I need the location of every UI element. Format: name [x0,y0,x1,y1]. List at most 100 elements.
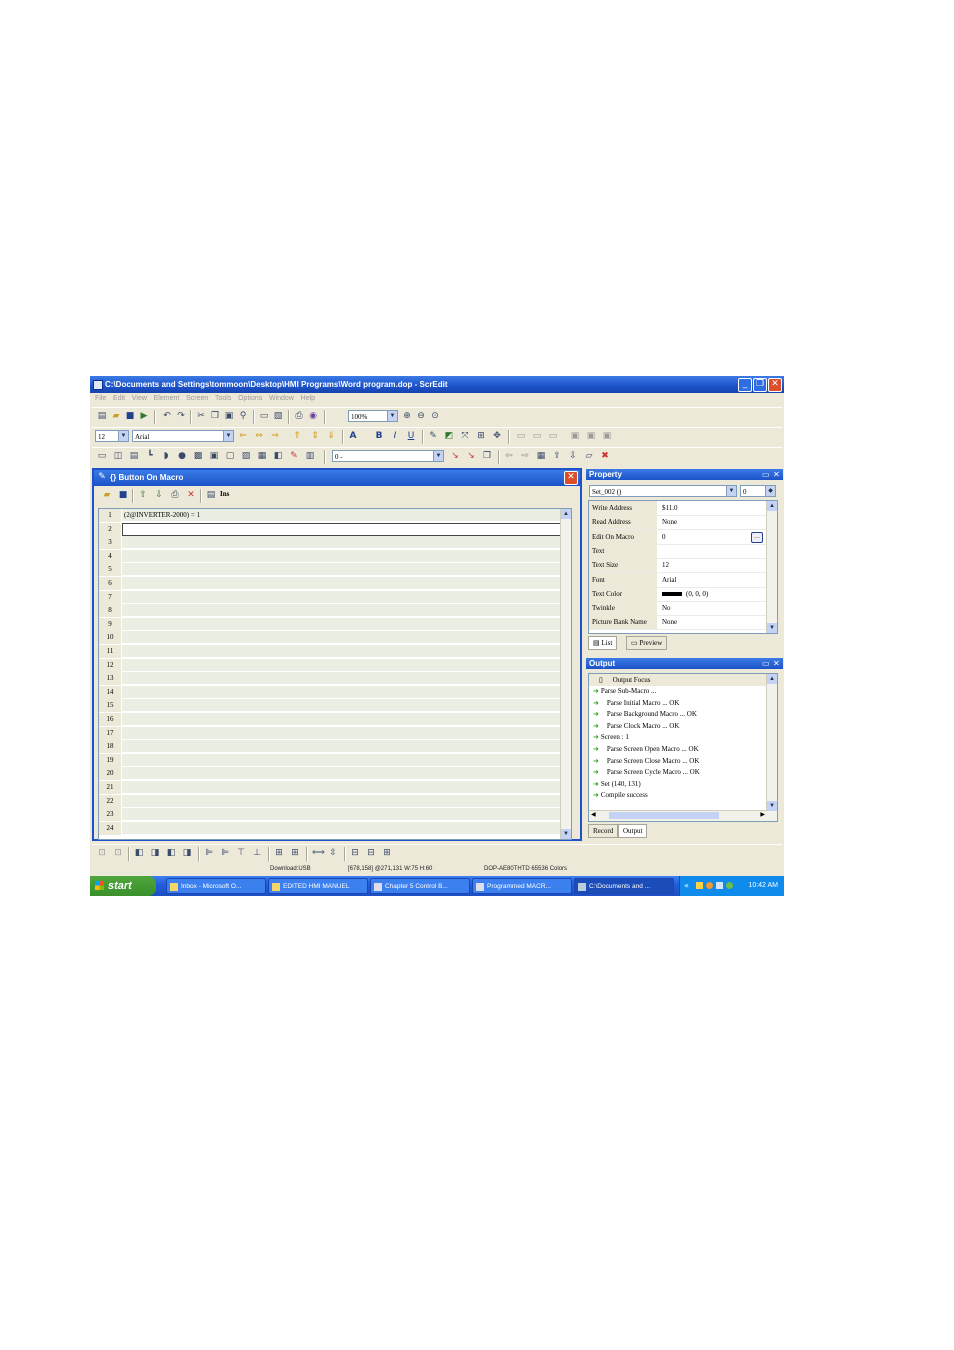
macro-line[interactable]: 20 [99,767,571,782]
menu-element[interactable]: Element [154,395,180,402]
macro-line-text[interactable] [122,631,569,645]
find-icon[interactable]: ⚲ [238,411,248,421]
macro-line[interactable]: 17 [99,726,571,741]
property-row[interactable]: Twinkle No [589,601,767,617]
pointer-icon[interactable]: ↘ [450,451,460,461]
graph-element-icon[interactable]: ▩ [193,451,203,461]
align-top-tool-icon[interactable]: ⊤ [236,848,246,858]
property-row[interactable]: Read Address None [589,515,767,531]
macro-line-text[interactable] [122,781,569,794]
restore-button[interactable]: ❐ [753,378,767,392]
paste-icon[interactable]: ▣ [224,411,234,421]
ins-label[interactable]: Ins [220,490,229,498]
bar-element-icon[interactable]: ▤ [129,451,139,461]
align-bottom-tool-icon[interactable]: ⊥ [252,848,262,858]
macro-line-text[interactable] [122,672,569,686]
property-value[interactable]: None [659,615,764,629]
macro-line[interactable]: 8 [99,604,571,619]
macro-line-text[interactable] [122,713,569,726]
property-row[interactable]: Text [589,543,767,559]
property-value[interactable]: 12 [659,558,764,572]
macro-line[interactable]: 5 [99,563,571,578]
button-element-icon[interactable]: ▭ [97,451,107,461]
zoom-in-icon[interactable]: ⊕ [402,411,412,421]
output-hscrollbar[interactable]: ◀ ▶ [589,810,767,821]
output-scrollbar[interactable]: ▲ ▼ [766,674,777,821]
cut-icon[interactable]: ✂ [196,411,206,421]
macro-line-text[interactable] [122,685,569,699]
meter-element-icon[interactable]: ◫ [113,451,123,461]
copy-icon[interactable]: ❐ [210,411,220,421]
zoom-out-icon[interactable]: ⊖ [416,411,426,421]
space-v-icon[interactable]: ⇳ [328,848,338,858]
scroll-down-icon[interactable]: ▼ [561,829,571,839]
property-row[interactable]: Edit On Macro 0… [589,529,767,545]
send-back-icon[interactable]: ◨ [150,848,160,858]
macro-open-icon[interactable]: ▰ [102,490,112,500]
tab-output[interactable]: Output [618,824,648,838]
scroll-up-icon[interactable]: ▲ [767,674,777,684]
macro-line-text[interactable] [122,590,569,604]
center-h-icon[interactable]: ⊞ [274,848,284,858]
macro-close-button[interactable]: ✕ [564,471,578,485]
tab-preview[interactable]: ▭ Preview [626,636,668,650]
macro-line[interactable]: 3 [99,536,571,551]
move-down-icon[interactable]: ⇩ [154,490,164,500]
edit-macro-button[interactable]: … [751,531,763,543]
align-left-icon[interactable]: ⇐ [238,431,248,441]
taskbar-item-chapter5[interactable]: Chapter 5 Control B... [370,878,470,894]
lamp-element-icon[interactable]: ◗ [161,451,171,461]
save-icon[interactable]: ■ [125,411,135,421]
font-color-icon[interactable]: A [348,431,358,441]
align-right-icon[interactable]: ⇒ [270,431,280,441]
macro-line[interactable]: 9 [99,617,571,632]
close-button[interactable]: ✕ [768,378,782,392]
property-value[interactable]: Arial [659,573,764,587]
tab-record[interactable]: Record [588,824,619,838]
same-size-icon[interactable]: ⊞ [382,848,392,858]
menu-help[interactable]: Help [301,395,315,402]
font-name-select[interactable]: Arial ▼ [132,430,234,442]
property-value[interactable]: 0 [659,530,764,544]
property-row[interactable]: Font Arial [589,572,767,588]
property-value[interactable]: $11.0 [659,501,764,515]
backward-icon[interactable]: ◨ [182,848,192,858]
italic-icon[interactable]: I [390,431,400,441]
layer3-icon[interactable]: ▭ [548,431,558,441]
lock-icon[interactable]: ▣ [602,431,612,441]
redo-icon[interactable]: ↷ [176,411,186,421]
property-value[interactable]: (0, 0, 0) [659,587,764,601]
alarm-element-icon[interactable]: ▦ [257,451,267,461]
input-element-icon[interactable]: ▣ [209,451,219,461]
align-bottom-icon[interactable]: ⇓ [326,431,336,441]
taskbar-item-edited-hmi[interactable]: EDITED HMI MANUEL [268,878,368,894]
pen-icon[interactable]: ✎ [428,431,438,441]
macro-line-text[interactable] [122,794,569,808]
macro-line[interactable]: 16 [99,713,571,727]
bring-front-icon[interactable]: ◧ [134,848,144,858]
macro-print-icon[interactable]: ⎙ [170,490,180,500]
scroll-right-icon[interactable]: ▶ [760,811,765,818]
output-close-icon[interactable]: ✕ [773,658,780,669]
scroll-up-icon[interactable]: ▲ [561,509,571,519]
property-row[interactable]: Write Address $11.0 [589,501,767,516]
macro-line[interactable]: 2 [99,522,571,537]
fill-icon[interactable]: ◩ [444,431,454,441]
macro-line-text[interactable] [122,549,569,563]
center-v-icon[interactable]: ⊞ [290,848,300,858]
simulate-icon[interactable]: ▱ [584,451,594,461]
download-icon[interactable]: ⇩ [568,451,578,461]
macro-line[interactable]: 14 [99,685,571,700]
object-select[interactable]: Set_002 () ▼ [589,485,737,497]
macro-line-text[interactable] [122,753,569,767]
macro-line[interactable]: 18 [99,740,571,755]
outlook-tray-icon[interactable] [706,882,713,889]
macro-editor-grid[interactable]: 1 (2@INVERTER-2000) = 1 2 3 4 5 6 7 8 9 10 11 12 13 14… [98,508,572,840]
zoom-select[interactable]: 100% ▼ [348,410,398,422]
menu-tools[interactable]: Tools [215,395,231,402]
prev-screen-icon[interactable]: ⇦ [504,451,514,461]
ungroup-tool-icon[interactable]: ⊡ [113,848,123,858]
align-middle-icon[interactable]: ⇕ [310,431,320,441]
mail-icon[interactable] [696,882,703,889]
macro-line-text[interactable] [122,604,569,618]
